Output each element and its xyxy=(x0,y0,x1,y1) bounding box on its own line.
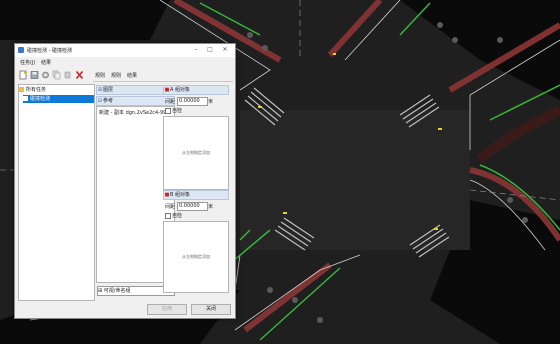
window-title: 碰撞检测 - 碰撞检测 xyxy=(27,48,72,54)
tab-rules-1[interactable]: 规则 xyxy=(95,72,105,79)
group-a-selfcheck-label: 自检 xyxy=(172,108,183,114)
group-a-list[interactable]: 从左侧指定添加 xyxy=(163,116,229,190)
title-bar[interactable]: 碰撞检测 - 碰撞检测 – □ ✕ xyxy=(15,44,235,57)
stop-icon[interactable] xyxy=(63,70,72,80)
folder-icon xyxy=(19,87,24,92)
tab-results[interactable]: 结果 xyxy=(127,72,137,79)
menu-bar: 任务(J) 结果 xyxy=(15,58,235,67)
group-a-unit: 米 xyxy=(208,99,214,105)
reference-item[interactable]: 新建 - 副本 dgn,2vSe2c4-99 xyxy=(99,109,166,116)
group-a-placeholder: 从左侧指定添加 xyxy=(182,150,210,155)
group-a-spacing-input[interactable]: 0.00000 xyxy=(177,97,208,106)
menu-results[interactable]: 结果 xyxy=(41,59,51,66)
task-tree[interactable]: 所有任务 碰撞检测 xyxy=(18,84,95,301)
collision-check-dialog: 碰撞检测 - 碰撞检测 – □ ✕ 任务(J) 结果 所有任务 碰撞检测 规则 … xyxy=(14,43,236,319)
group-b-spacing-input[interactable]: 0.00000 xyxy=(177,202,208,211)
group-b-selfcheck-box[interactable] xyxy=(165,213,171,219)
copy-icon[interactable] xyxy=(52,70,61,80)
save-icon[interactable] xyxy=(30,70,39,80)
group-a-selfcheck-box[interactable] xyxy=(165,108,171,114)
tree-root[interactable]: 所有任务 xyxy=(19,86,94,94)
group-b-list[interactable]: 从左侧指定添加 xyxy=(163,221,229,293)
delete-icon[interactable] xyxy=(75,70,84,80)
section-reference[interactable]: ⊟参考 xyxy=(96,96,175,106)
toolbar xyxy=(18,69,98,82)
group-a-header[interactable]: ■A 组对象 xyxy=(163,85,229,95)
close-button[interactable]: 关闭 xyxy=(191,304,231,315)
group-a-spacing-label: 间距 xyxy=(165,99,176,105)
group-b-unit: 米 xyxy=(208,204,214,210)
group-b-spacing-label: 间距 xyxy=(165,204,176,210)
maximize-icon[interactable]: □ xyxy=(205,46,215,54)
minimize-icon[interactable]: – xyxy=(191,46,201,54)
task-icon xyxy=(23,96,28,101)
tab-rules-2[interactable]: 规则 xyxy=(111,72,121,79)
apply-button[interactable]: 应用 xyxy=(147,304,187,315)
menu-task[interactable]: 任务(J) xyxy=(20,59,35,66)
tab-divider xyxy=(93,81,233,82)
group-b-selfcheck-label: 自检 xyxy=(172,213,183,219)
tree-item-selected[interactable]: 碰撞检测 xyxy=(23,95,94,103)
new-task-icon[interactable] xyxy=(19,70,28,80)
close-window-icon[interactable]: ✕ xyxy=(220,46,230,54)
group-b-header[interactable]: ■B 组对象 xyxy=(163,190,229,200)
app-icon xyxy=(18,47,24,53)
group-b-placeholder: 从左侧指定添加 xyxy=(182,254,210,259)
settings-icon[interactable] xyxy=(41,70,50,80)
